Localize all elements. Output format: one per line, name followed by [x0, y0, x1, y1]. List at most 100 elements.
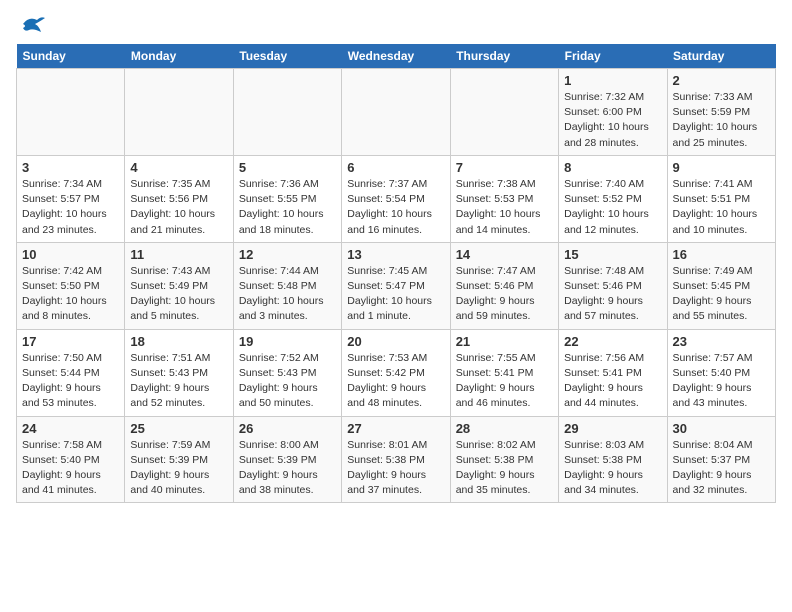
weekday-header-tuesday: Tuesday: [233, 44, 341, 69]
day-number: 14: [456, 247, 553, 262]
calendar-cell: 10Sunrise: 7:42 AM Sunset: 5:50 PM Dayli…: [17, 242, 125, 329]
calendar-cell: 8 Sunrise: 7:40 AM Sunset: 5:52 PM Daylig…: [559, 155, 667, 242]
calendar-cell: 15 Sunrise: 7:48 AM Sunset: 5:46 PM Dayli…: [559, 242, 667, 329]
day-number: 20: [347, 334, 444, 349]
calendar-cell: [17, 69, 125, 156]
day-info: Sunrise: 7:48 AM Sunset: 5:46 PM Dayligh…: [564, 264, 661, 325]
day-info: Sunrise: 7:47 AM Sunset: 5:46 PM Dayligh…: [456, 264, 553, 325]
day-info: Sunrise: 7:53 AM Sunset: 5:42 PM Dayligh…: [347, 351, 444, 412]
weekday-header-sunday: Sunday: [17, 44, 125, 69]
day-number: 11: [130, 247, 227, 262]
calendar-table: SundayMondayTuesdayWednesdayThursdayFrid…: [16, 44, 776, 503]
calendar-cell: 17 Sunrise: 7:50 AM Sunset: 5:44 PM Dayli…: [17, 329, 125, 416]
day-info: Sunrise: 7:43 AM Sunset: 5:49 PM Dayligh…: [130, 264, 227, 325]
calendar-cell: 16 Sunrise: 7:49 AM Sunset: 5:45 PM Dayli…: [667, 242, 775, 329]
day-number: 12: [239, 247, 336, 262]
weekday-header-monday: Monday: [125, 44, 233, 69]
day-number: 4: [130, 160, 227, 175]
day-info: Sunrise: 7:50 AM Sunset: 5:44 PM Dayligh…: [22, 351, 119, 412]
calendar-cell: 23 Sunrise: 7:57 AM Sunset: 5:40 PM Dayli…: [667, 329, 775, 416]
calendar-cell: 27 Sunrise: 8:01 AM Sunset: 5:38 PM Dayli…: [342, 416, 450, 503]
day-info: Sunrise: 7:45 AM Sunset: 5:47 PM Dayligh…: [347, 264, 444, 325]
day-number: 28: [456, 421, 553, 436]
day-info: Sunrise: 8:04 AM Sunset: 5:37 PM Dayligh…: [673, 438, 770, 499]
calendar-cell: 26 Sunrise: 8:00 AM Sunset: 5:39 PM Dayli…: [233, 416, 341, 503]
day-number: 2: [673, 73, 770, 88]
calendar-cell: 7 Sunrise: 7:38 AM Sunset: 5:53 PM Daylig…: [450, 155, 558, 242]
calendar-cell: 29 Sunrise: 8:03 AM Sunset: 5:38 PM Dayli…: [559, 416, 667, 503]
day-info: Sunrise: 7:57 AM Sunset: 5:40 PM Dayligh…: [673, 351, 770, 412]
day-info: Sunrise: 7:35 AM Sunset: 5:56 PM Dayligh…: [130, 177, 227, 238]
day-number: 5: [239, 160, 336, 175]
weekday-header-thursday: Thursday: [450, 44, 558, 69]
calendar-cell: 19 Sunrise: 7:52 AM Sunset: 5:43 PM Dayli…: [233, 329, 341, 416]
logo: [16, 16, 47, 36]
calendar-cell: 1 Sunrise: 7:32 AM Sunset: 6:00 PM Daylig…: [559, 69, 667, 156]
calendar-cell: [125, 69, 233, 156]
day-info: Sunrise: 8:00 AM Sunset: 5:39 PM Dayligh…: [239, 438, 336, 499]
day-number: 1: [564, 73, 661, 88]
day-number: 10: [22, 247, 119, 262]
day-info: Sunrise: 7:51 AM Sunset: 5:43 PM Dayligh…: [130, 351, 227, 412]
day-number: 27: [347, 421, 444, 436]
calendar-cell: 13Sunrise: 7:45 AM Sunset: 5:47 PM Dayli…: [342, 242, 450, 329]
calendar-cell: [450, 69, 558, 156]
calendar-cell: 30 Sunrise: 8:04 AM Sunset: 5:37 PM Dayli…: [667, 416, 775, 503]
day-info: Sunrise: 7:40 AM Sunset: 5:52 PM Dayligh…: [564, 177, 661, 238]
day-info: Sunrise: 7:37 AM Sunset: 5:54 PM Dayligh…: [347, 177, 444, 238]
day-info: Sunrise: 7:32 AM Sunset: 6:00 PM Dayligh…: [564, 90, 661, 151]
day-number: 15: [564, 247, 661, 262]
day-info: Sunrise: 7:34 AM Sunset: 5:57 PM Dayligh…: [22, 177, 119, 238]
calendar-cell: 3 Sunrise: 7:34 AM Sunset: 5:57 PM Daylig…: [17, 155, 125, 242]
calendar-cell: 12 Sunrise: 7:44 AM Sunset: 5:48 PM Dayli…: [233, 242, 341, 329]
day-number: 17: [22, 334, 119, 349]
day-info: Sunrise: 7:49 AM Sunset: 5:45 PM Dayligh…: [673, 264, 770, 325]
day-info: Sunrise: 7:55 AM Sunset: 5:41 PM Dayligh…: [456, 351, 553, 412]
day-info: Sunrise: 7:56 AM Sunset: 5:41 PM Dayligh…: [564, 351, 661, 412]
calendar-cell: 9 Sunrise: 7:41 AM Sunset: 5:51 PM Daylig…: [667, 155, 775, 242]
page-header: [16, 16, 776, 36]
day-info: Sunrise: 7:52 AM Sunset: 5:43 PM Dayligh…: [239, 351, 336, 412]
weekday-header-saturday: Saturday: [667, 44, 775, 69]
day-number: 22: [564, 334, 661, 349]
day-info: Sunrise: 8:01 AM Sunset: 5:38 PM Dayligh…: [347, 438, 444, 499]
day-number: 8: [564, 160, 661, 175]
day-info: Sunrise: 8:03 AM Sunset: 5:38 PM Dayligh…: [564, 438, 661, 499]
day-number: 26: [239, 421, 336, 436]
calendar-cell: 6 Sunrise: 7:37 AM Sunset: 5:54 PM Daylig…: [342, 155, 450, 242]
calendar-cell: 4 Sunrise: 7:35 AM Sunset: 5:56 PM Daylig…: [125, 155, 233, 242]
day-info: Sunrise: 7:41 AM Sunset: 5:51 PM Dayligh…: [673, 177, 770, 238]
calendar-cell: 22 Sunrise: 7:56 AM Sunset: 5:41 PM Dayli…: [559, 329, 667, 416]
weekday-header-friday: Friday: [559, 44, 667, 69]
calendar-cell: 14 Sunrise: 7:47 AM Sunset: 5:46 PM Dayli…: [450, 242, 558, 329]
calendar-cell: 21 Sunrise: 7:55 AM Sunset: 5:41 PM Dayli…: [450, 329, 558, 416]
day-number: 3: [22, 160, 119, 175]
day-number: 19: [239, 334, 336, 349]
calendar-cell: [233, 69, 341, 156]
logo-bird-icon: [19, 14, 47, 36]
day-number: 29: [564, 421, 661, 436]
day-number: 7: [456, 160, 553, 175]
calendar-cell: 28Sunrise: 8:02 AM Sunset: 5:38 PM Dayli…: [450, 416, 558, 503]
day-info: Sunrise: 7:59 AM Sunset: 5:39 PM Dayligh…: [130, 438, 227, 499]
calendar-cell: 24 Sunrise: 7:58 AM Sunset: 5:40 PM Dayli…: [17, 416, 125, 503]
day-number: 16: [673, 247, 770, 262]
day-info: Sunrise: 7:38 AM Sunset: 5:53 PM Dayligh…: [456, 177, 553, 238]
day-number: 21: [456, 334, 553, 349]
calendar-cell: 25Sunrise: 7:59 AM Sunset: 5:39 PM Dayli…: [125, 416, 233, 503]
calendar-cell: 2 Sunrise: 7:33 AM Sunset: 5:59 PM Daylig…: [667, 69, 775, 156]
day-info: Sunrise: 7:44 AM Sunset: 5:48 PM Dayligh…: [239, 264, 336, 325]
calendar-cell: 5 Sunrise: 7:36 AM Sunset: 5:55 PM Daylig…: [233, 155, 341, 242]
day-number: 23: [673, 334, 770, 349]
day-number: 9: [673, 160, 770, 175]
day-info: Sunrise: 7:36 AM Sunset: 5:55 PM Dayligh…: [239, 177, 336, 238]
day-number: 24: [22, 421, 119, 436]
day-number: 6: [347, 160, 444, 175]
calendar-cell: 20 Sunrise: 7:53 AM Sunset: 5:42 PM Dayli…: [342, 329, 450, 416]
weekday-header-wednesday: Wednesday: [342, 44, 450, 69]
day-info: Sunrise: 7:58 AM Sunset: 5:40 PM Dayligh…: [22, 438, 119, 499]
day-info: Sunrise: 7:33 AM Sunset: 5:59 PM Dayligh…: [673, 90, 770, 151]
calendar-cell: 11 Sunrise: 7:43 AM Sunset: 5:49 PM Dayli…: [125, 242, 233, 329]
day-number: 30: [673, 421, 770, 436]
calendar-cell: [342, 69, 450, 156]
